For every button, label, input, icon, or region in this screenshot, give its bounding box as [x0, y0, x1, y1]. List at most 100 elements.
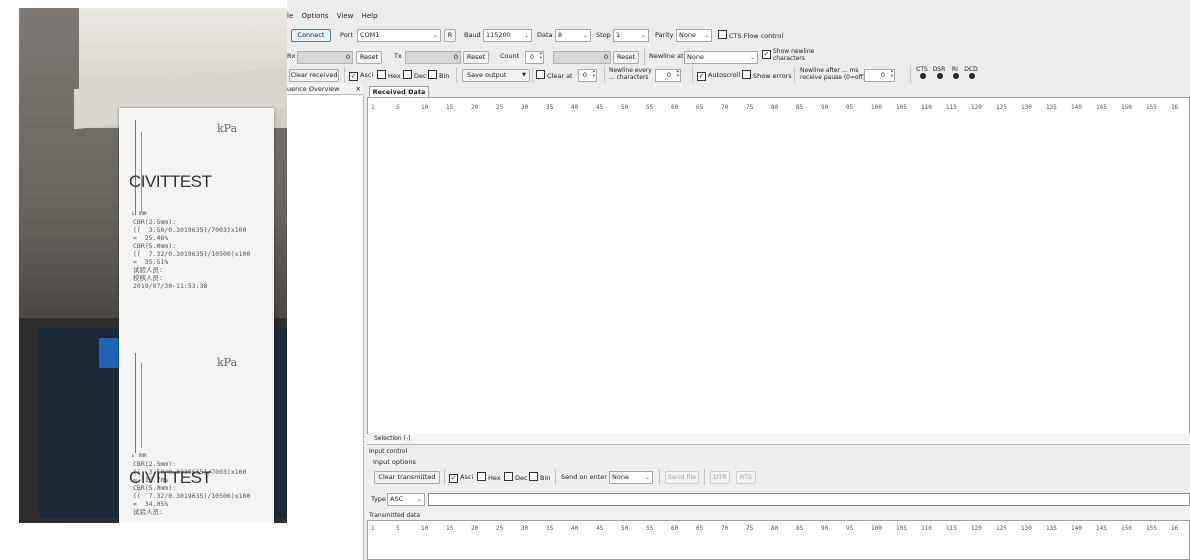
bin-label: Bin [439, 72, 450, 80]
save-output-label: Save output [467, 71, 507, 79]
ruler-tick: 16 [1171, 525, 1179, 532]
rx-hex-checkbox[interactable]: Hex [377, 70, 401, 82]
dtr-button[interactable]: DTR [710, 471, 730, 484]
ruler-tick: 90 [821, 525, 829, 532]
receipt-line: 校核人员: [133, 274, 163, 282]
newline-at-select[interactable]: None ⌄ [684, 51, 758, 64]
cts-flow-label: CTS Flow control [729, 32, 784, 40]
send-on-enter-value: None [612, 473, 629, 481]
dcd-indicator: DCD [964, 66, 978, 81]
menu-bar: le Options View Help [287, 12, 384, 20]
ruler-tick: 145 [1096, 104, 1107, 111]
menu-options[interactable]: Options [302, 12, 329, 20]
tx-counter: 0 [405, 51, 461, 64]
receipt-bottom-brand: CIVITTEST [129, 468, 212, 487]
dropdown-arrow-icon: ▼ [522, 72, 526, 78]
cts-flow-control-checkbox[interactable]: CTS Flow control [718, 30, 783, 42]
type-select[interactable]: ASC ⌄ [387, 493, 425, 506]
ruler-tick: 105 [896, 525, 907, 532]
tx-bin-checkbox[interactable]: Bin [529, 472, 550, 484]
chevron-down-icon: ⌄ [644, 474, 650, 481]
ascii-label: Asci [360, 71, 374, 79]
ruler-tick: 80 [771, 104, 779, 111]
stop-bits-select[interactable]: 1 ⌄ [613, 29, 649, 42]
port-select[interactable]: COM1 ⌄ [357, 29, 441, 42]
newline-every-stepper[interactable]: 0 [655, 69, 681, 82]
ruler-tick: 25 [496, 525, 504, 532]
send-on-enter-select[interactable]: None ⌄ [609, 471, 653, 484]
baud-label: Baud [464, 31, 481, 39]
receipt-line: (( 7.32/0.3019635)/10500)x100 [133, 492, 251, 500]
data-bits-label: Data [537, 31, 553, 39]
receipt-line: 试验人员: [133, 508, 163, 516]
divider [532, 67, 533, 83]
tx-dec-checkbox[interactable]: Dec [504, 472, 528, 484]
menu-help[interactable]: Help [362, 12, 378, 20]
ruler-tick: 1 [371, 104, 375, 111]
received-column-ruler: 1 5 10 15 20 25 30 35 40 45 50 55 60 65 70 75 80 85 90 95 10… [371, 104, 1179, 111]
ruler-tick: 125 [996, 104, 1007, 111]
ruler-tick: 60 [671, 525, 679, 532]
transmitted-data-area[interactable]: 1 5 10 15 20 25 30 35 40 45 50 55 60 65 70 75 80 85 90 95 10… [367, 520, 1190, 560]
receipt-line: CBR(2.5mm): [133, 460, 177, 468]
receipt-line: CBR(5.0mm): [133, 242, 177, 250]
transmitted-header: Transmitted data [367, 511, 1190, 520]
close-icon[interactable]: ✕ [356, 84, 361, 94]
clear-transmitted-button[interactable]: Clear transmitted [374, 471, 440, 484]
receipt-top-axis: ↓ mm [131, 209, 147, 217]
chevron-down-icon: ⌄ [749, 54, 755, 61]
ruler-tick: 125 [996, 525, 1007, 532]
receipt-line: CBR(2.5mm): [133, 218, 177, 226]
ruler-tick: 35 [546, 104, 554, 111]
rx-ascii-checkbox[interactable]: ✓ Asci [349, 70, 373, 81]
transmitted-column-ruler: 1 5 10 15 20 25 30 35 40 45 50 55 60 65 70 75 80 85 90 95 10… [371, 525, 1179, 532]
rx-reset-button[interactable]: Reset [356, 51, 382, 64]
divider [456, 67, 457, 83]
baud-select[interactable]: 115200 ⌄ [483, 29, 532, 42]
save-output-button[interactable]: Save output ▼ [462, 69, 530, 82]
rts-button[interactable]: RTS [736, 471, 756, 484]
transmitted-title: Transmitted data [369, 512, 420, 519]
ruler-tick: 95 [846, 104, 854, 111]
refresh-ports-button[interactable]: R [444, 29, 456, 42]
stop-bits-value: 1 [616, 31, 621, 39]
receipt-line: = 34.05% [133, 500, 169, 508]
menu-file[interactable]: le [287, 12, 293, 20]
count-reset-button[interactable]: Reset [613, 51, 639, 64]
ruler-tick: 135 [1046, 104, 1057, 111]
autoscroll-checkbox[interactable]: ✓ Autoscroll [697, 70, 740, 81]
chevron-down-icon: ⌄ [703, 32, 709, 39]
rx-dec-checkbox[interactable]: Dec [403, 70, 427, 82]
ruler-tick: 100 [871, 525, 882, 532]
parity-select[interactable]: None ⌄ [676, 29, 712, 42]
show-newline-checkbox[interactable]: ✓ Show newline characters [762, 48, 814, 62]
clear-at-checkbox[interactable]: Clear at [536, 70, 573, 82]
ruler-tick: 20 [471, 104, 479, 111]
rx-bin-checkbox[interactable]: Bin [428, 70, 449, 82]
divider [692, 67, 693, 83]
send-file-button[interactable]: Send file [665, 471, 699, 484]
clear-received-button[interactable]: Clear received [289, 69, 339, 82]
ruler-tick: 115 [946, 104, 957, 111]
tx-hex-checkbox[interactable]: Hex [477, 472, 501, 484]
checkbox-box [428, 70, 437, 79]
menu-view[interactable]: View [337, 12, 354, 20]
tab-received-data[interactable]: Received Data [369, 86, 429, 97]
checkbox-box [477, 472, 486, 481]
received-data-area[interactable]: 1 5 10 15 20 25 30 35 40 45 50 55 60 65 70 75 80 85 90 95 10… [367, 97, 1190, 435]
show-errors-checkbox[interactable]: Show errors [742, 70, 792, 82]
dec-label: Dec [414, 72, 427, 80]
data-bits-select[interactable]: 8 ⌄ [555, 29, 591, 42]
clear-at-stepper[interactable]: 0 [578, 69, 597, 82]
checkbox-box: ✓ [697, 72, 706, 81]
sequence-overview-title: uence Overview [287, 85, 340, 93]
hex-label: Hex [388, 72, 401, 80]
tx-ascii-checkbox[interactable]: ✓ Asci [449, 472, 473, 483]
autoscroll-label: Autoscroll [708, 71, 741, 79]
send-input[interactable] [428, 493, 1190, 506]
newline-after-stepper[interactable]: 0 [864, 69, 895, 82]
load-curve-top [135, 120, 136, 215]
tx-reset-button[interactable]: Reset [463, 51, 489, 64]
count-stepper[interactable]: 0 [525, 51, 544, 64]
connect-button[interactable]: Connect [291, 29, 331, 42]
